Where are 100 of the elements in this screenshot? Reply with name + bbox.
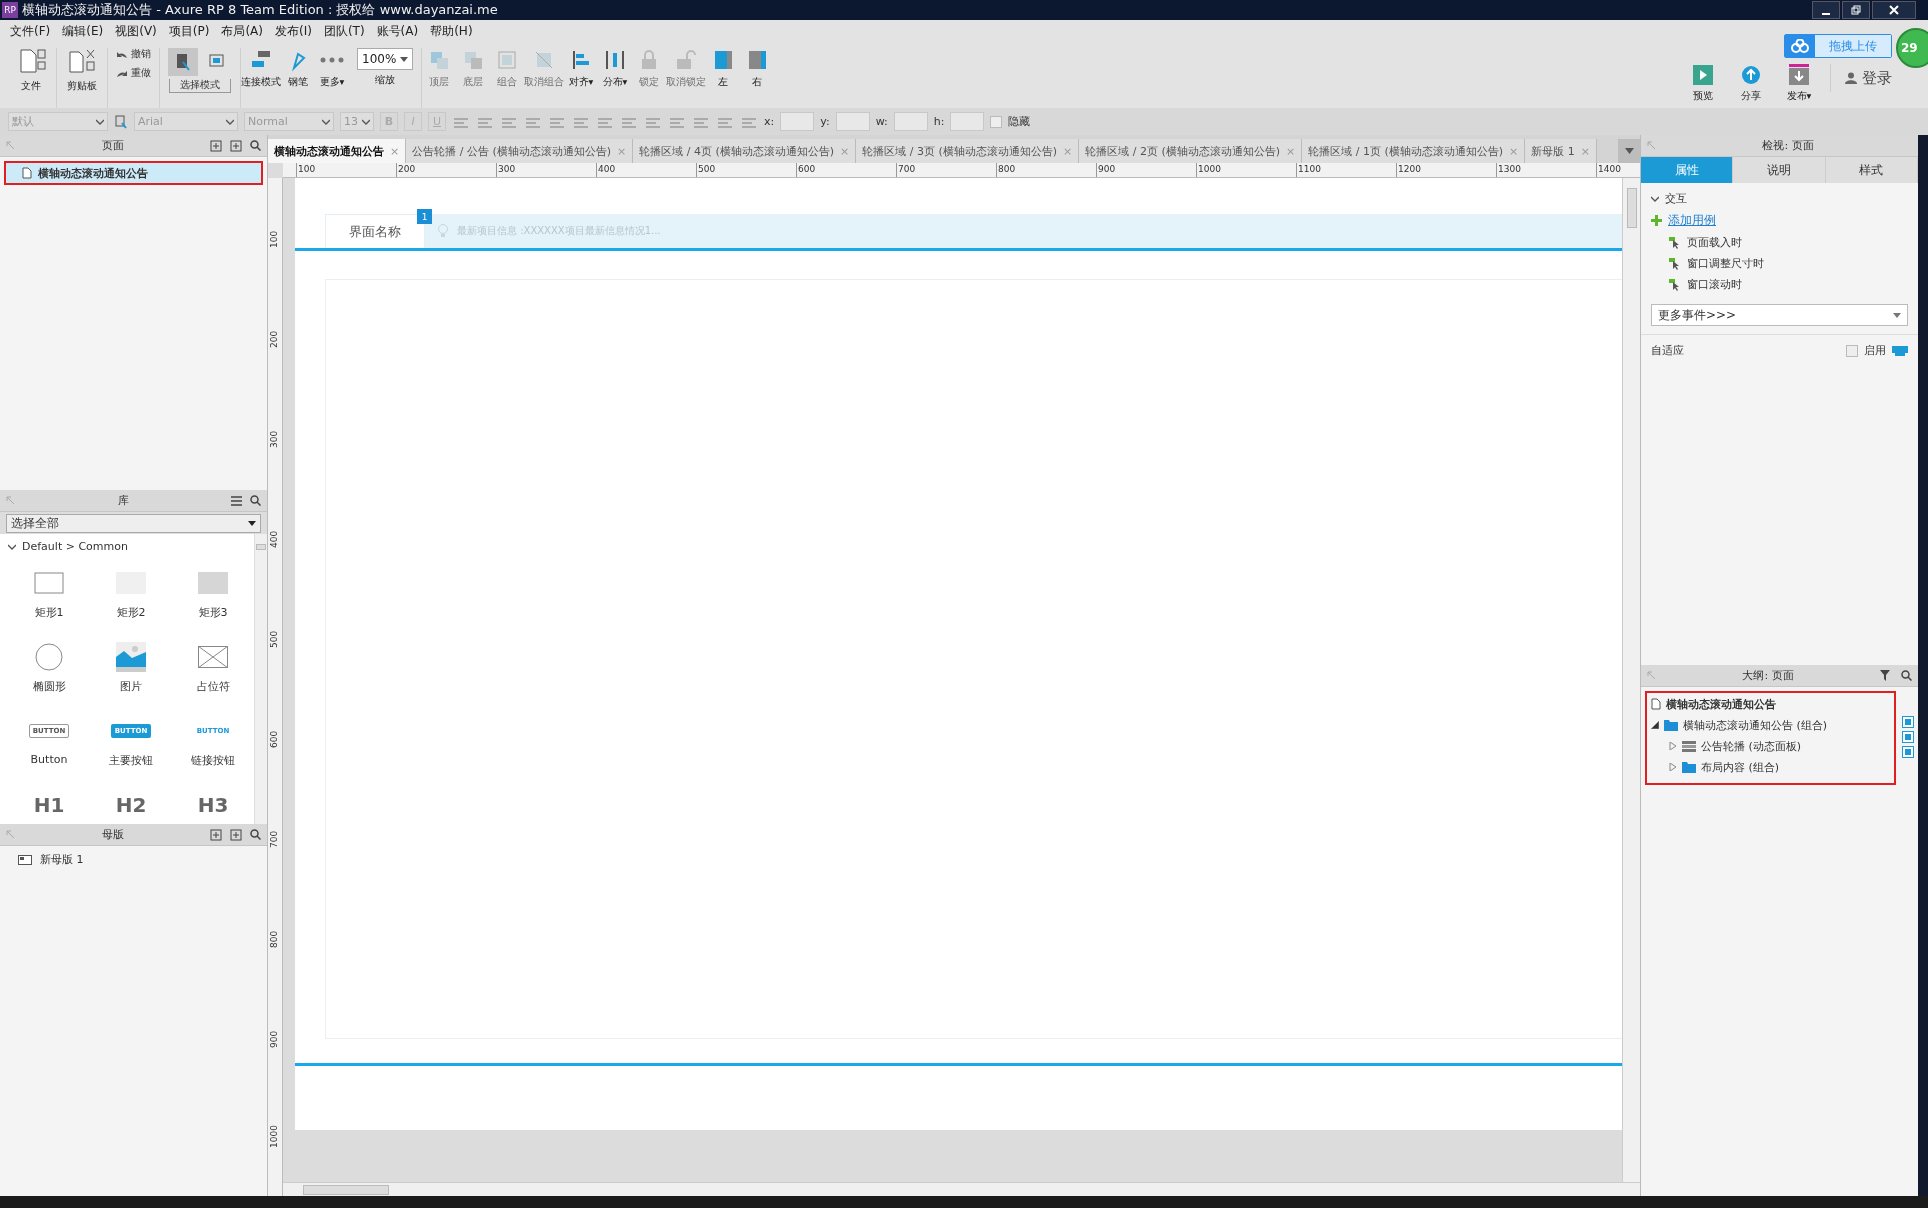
menu-item[interactable]: 文件(F) — [4, 22, 57, 40]
outline-item[interactable]: 横轴动态滚动通知公告 (组合) — [1651, 716, 1890, 734]
page-icon — [22, 167, 32, 179]
h-label: h: — [933, 115, 945, 128]
inspector-tab[interactable]: 说明 — [1733, 157, 1826, 183]
restore-button[interactable] — [1842, 1, 1870, 19]
menu-item[interactable]: 发布(I) — [269, 22, 318, 40]
ruler-label: 900 — [269, 1030, 279, 1048]
widget-label[interactable]: 矩形3 — [198, 605, 228, 620]
master-item[interactable]: 新母版 1 — [18, 852, 249, 867]
page-item[interactable]: 横轴动态滚动通知公告 — [6, 163, 261, 183]
undo-button[interactable]: 撤销 — [116, 48, 151, 61]
widget-label[interactable]: 占位符 — [196, 679, 230, 694]
scrollbar-thumb[interactable] — [303, 1184, 389, 1195]
document-tab[interactable]: 横轴动态滚动通知公告 × — [268, 139, 407, 163]
event-item[interactable]: 页面载入时 — [1651, 235, 1908, 250]
outline-item[interactable]: 公告轮播 (动态面板) — [1651, 737, 1890, 755]
widget-label[interactable]: 矩形2 — [116, 605, 146, 620]
widget-label[interactable]: 矩形1 — [34, 605, 64, 620]
document-tab[interactable]: 轮播区域 / 3页 (横轴动态滚动通知公告) × — [856, 139, 1080, 163]
toolbar-button[interactable]: 钢笔 — [281, 48, 315, 108]
event-item[interactable]: 窗口调整尺寸时 — [1651, 256, 1908, 271]
menu-item[interactable]: 帮助(H) — [424, 22, 479, 40]
search-icon — [1901, 670, 1912, 681]
page-icon — [1651, 698, 1661, 710]
document-tab[interactable]: 新母版 1 × — [1525, 139, 1597, 163]
scrollbar-thumb[interactable] — [1626, 188, 1637, 228]
chevron-down-icon — [226, 117, 234, 126]
widget-label[interactable]: 图片 — [120, 679, 142, 694]
menu-item[interactable]: 视图(V) — [109, 22, 163, 40]
widget-label[interactable]: 椭圆形 — [32, 679, 66, 694]
cloud-icon — [1791, 39, 1809, 53]
master-icon — [18, 854, 32, 865]
dots-icon — [320, 57, 344, 63]
ruler-label: 500 — [269, 630, 279, 648]
document-tab[interactable]: 公告轮播 / 公告 (横轴动态滚动通知公告) × — [406, 139, 634, 163]
document-tab[interactable]: 轮播区域 / 1页 (横轴动态滚动通知公告) × — [1302, 139, 1526, 163]
scrollbar[interactable] — [254, 534, 267, 824]
section-header[interactable]: 交互 — [1651, 191, 1908, 206]
redo-button[interactable]: 重做 — [116, 67, 151, 80]
widget-label[interactable]: Button — [30, 753, 68, 766]
image-icon — [116, 642, 146, 672]
menu-item[interactable]: 项目(P) — [162, 22, 216, 40]
toolbar-button[interactable]: 右 — [740, 48, 774, 108]
add-case-link[interactable]: 添加用例 — [1668, 212, 1716, 229]
close-button[interactable] — [1872, 1, 1916, 19]
ruler-label: 100 — [269, 230, 279, 248]
scrollbar[interactable] — [283, 1182, 1640, 1196]
file-button[interactable]: 文件 — [14, 48, 48, 93]
clipboard-button[interactable]: 剪贴板 — [65, 48, 99, 93]
toolbar-button[interactable]: 对齐▾ — [564, 48, 598, 108]
minimize-button[interactable] — [1812, 1, 1840, 19]
chevron-down-icon — [1651, 194, 1659, 203]
more-events-select[interactable]: 更多事件>>> — [1651, 304, 1908, 326]
toolbar-button[interactable]: 更多▾ — [315, 48, 349, 108]
inspector-tab[interactable]: 样式 — [1825, 157, 1918, 183]
event-item[interactable]: 窗口滚动时 — [1651, 277, 1908, 292]
ruler-label: 200 — [269, 330, 279, 348]
login-button[interactable]: 登录 — [1830, 64, 1892, 92]
cursor-flag-icon — [1669, 236, 1681, 249]
h-field[interactable] — [950, 112, 985, 131]
triangle-right-icon — [1669, 742, 1677, 750]
zoom-select[interactable]: 100% — [357, 48, 413, 70]
menu-item[interactable]: 账号(A) — [370, 22, 425, 40]
add-folder-icon — [230, 828, 242, 841]
menu-item[interactable]: 布局(A) — [215, 22, 269, 40]
circle-icon — [35, 643, 63, 671]
hidden-checkbox[interactable] — [990, 115, 1003, 128]
widget-label[interactable]: 链接按钮 — [191, 753, 235, 768]
heading-preview: H3 — [197, 793, 229, 817]
x-field[interactable] — [780, 112, 815, 131]
tab-menu-button[interactable] — [1618, 139, 1640, 163]
add-folder-icon — [230, 139, 242, 152]
library-group[interactable]: Default > Common — [8, 540, 254, 553]
cursor-flag-icon — [1669, 278, 1681, 291]
close-icon — [1889, 5, 1899, 15]
toolbar-button[interactable]: 分享 — [1734, 64, 1768, 103]
toolbar-button[interactable]: 发布▾ — [1782, 64, 1816, 103]
enable-checkbox[interactable] — [1846, 344, 1858, 357]
document-tab[interactable]: 轮播区域 / 4页 (横轴动态滚动通知公告) × — [633, 139, 857, 163]
select-mode-button[interactable] — [168, 48, 198, 76]
toolbar-button[interactable]: 左 — [706, 48, 740, 108]
scrollbar-thumb[interactable] — [256, 544, 266, 550]
lightbulb-icon — [437, 224, 449, 238]
menu-item[interactable]: 团队(T) — [317, 22, 371, 40]
w-field[interactable] — [893, 112, 928, 131]
y-field[interactable] — [835, 112, 870, 131]
document-tab[interactable]: 轮播区域 / 2页 (横轴动态滚动通知公告) × — [1079, 139, 1303, 163]
toolbar-button[interactable]: 预览 — [1686, 64, 1720, 103]
menu-item[interactable]: 编辑(E) — [56, 22, 110, 40]
toolbar-button[interactable]: 连接模式 — [241, 48, 281, 108]
widget-label[interactable]: 主要按钮 — [109, 753, 153, 768]
outline-item[interactable]: 布局内容 (组合) — [1651, 758, 1890, 776]
library-select[interactable]: 选择全部 — [6, 514, 261, 533]
outline-item[interactable]: 横轴动态滚动通知公告 — [1651, 695, 1890, 713]
search-icon — [250, 495, 261, 506]
toolbar-button[interactable]: 分布▾ — [598, 48, 632, 108]
scrollbar[interactable] — [1622, 178, 1640, 1182]
clipboard-icon — [67, 48, 97, 76]
panel-title: 大纲: 页面 — [1741, 668, 1795, 683]
